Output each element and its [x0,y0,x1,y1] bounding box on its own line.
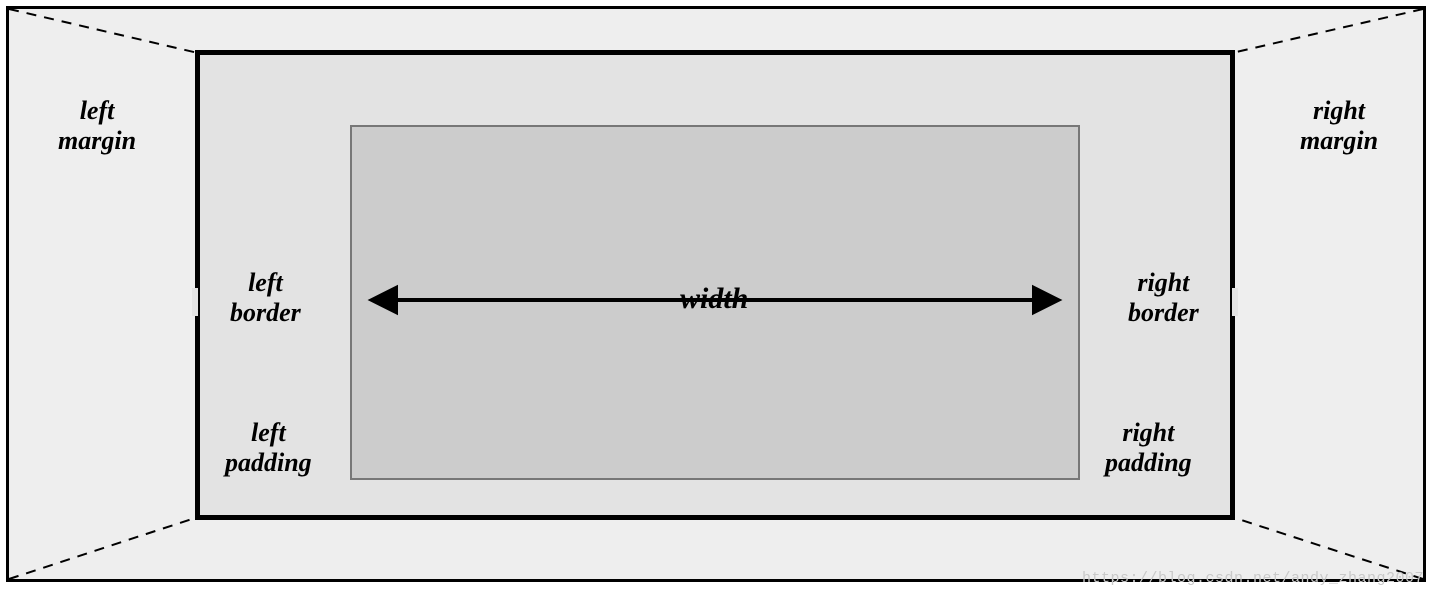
label-width: width [680,282,748,317]
label-left-border: left border [230,268,301,328]
label-left-margin: left margin [58,96,136,156]
watermark: https://blog.csdn.net/andy_zhang2007 [1082,570,1424,587]
label-right-margin: right margin [1300,96,1378,156]
label-left-padding: left padding [225,418,312,478]
label-right-padding: right padding [1105,418,1192,478]
label-right-border: right border [1128,268,1199,328]
